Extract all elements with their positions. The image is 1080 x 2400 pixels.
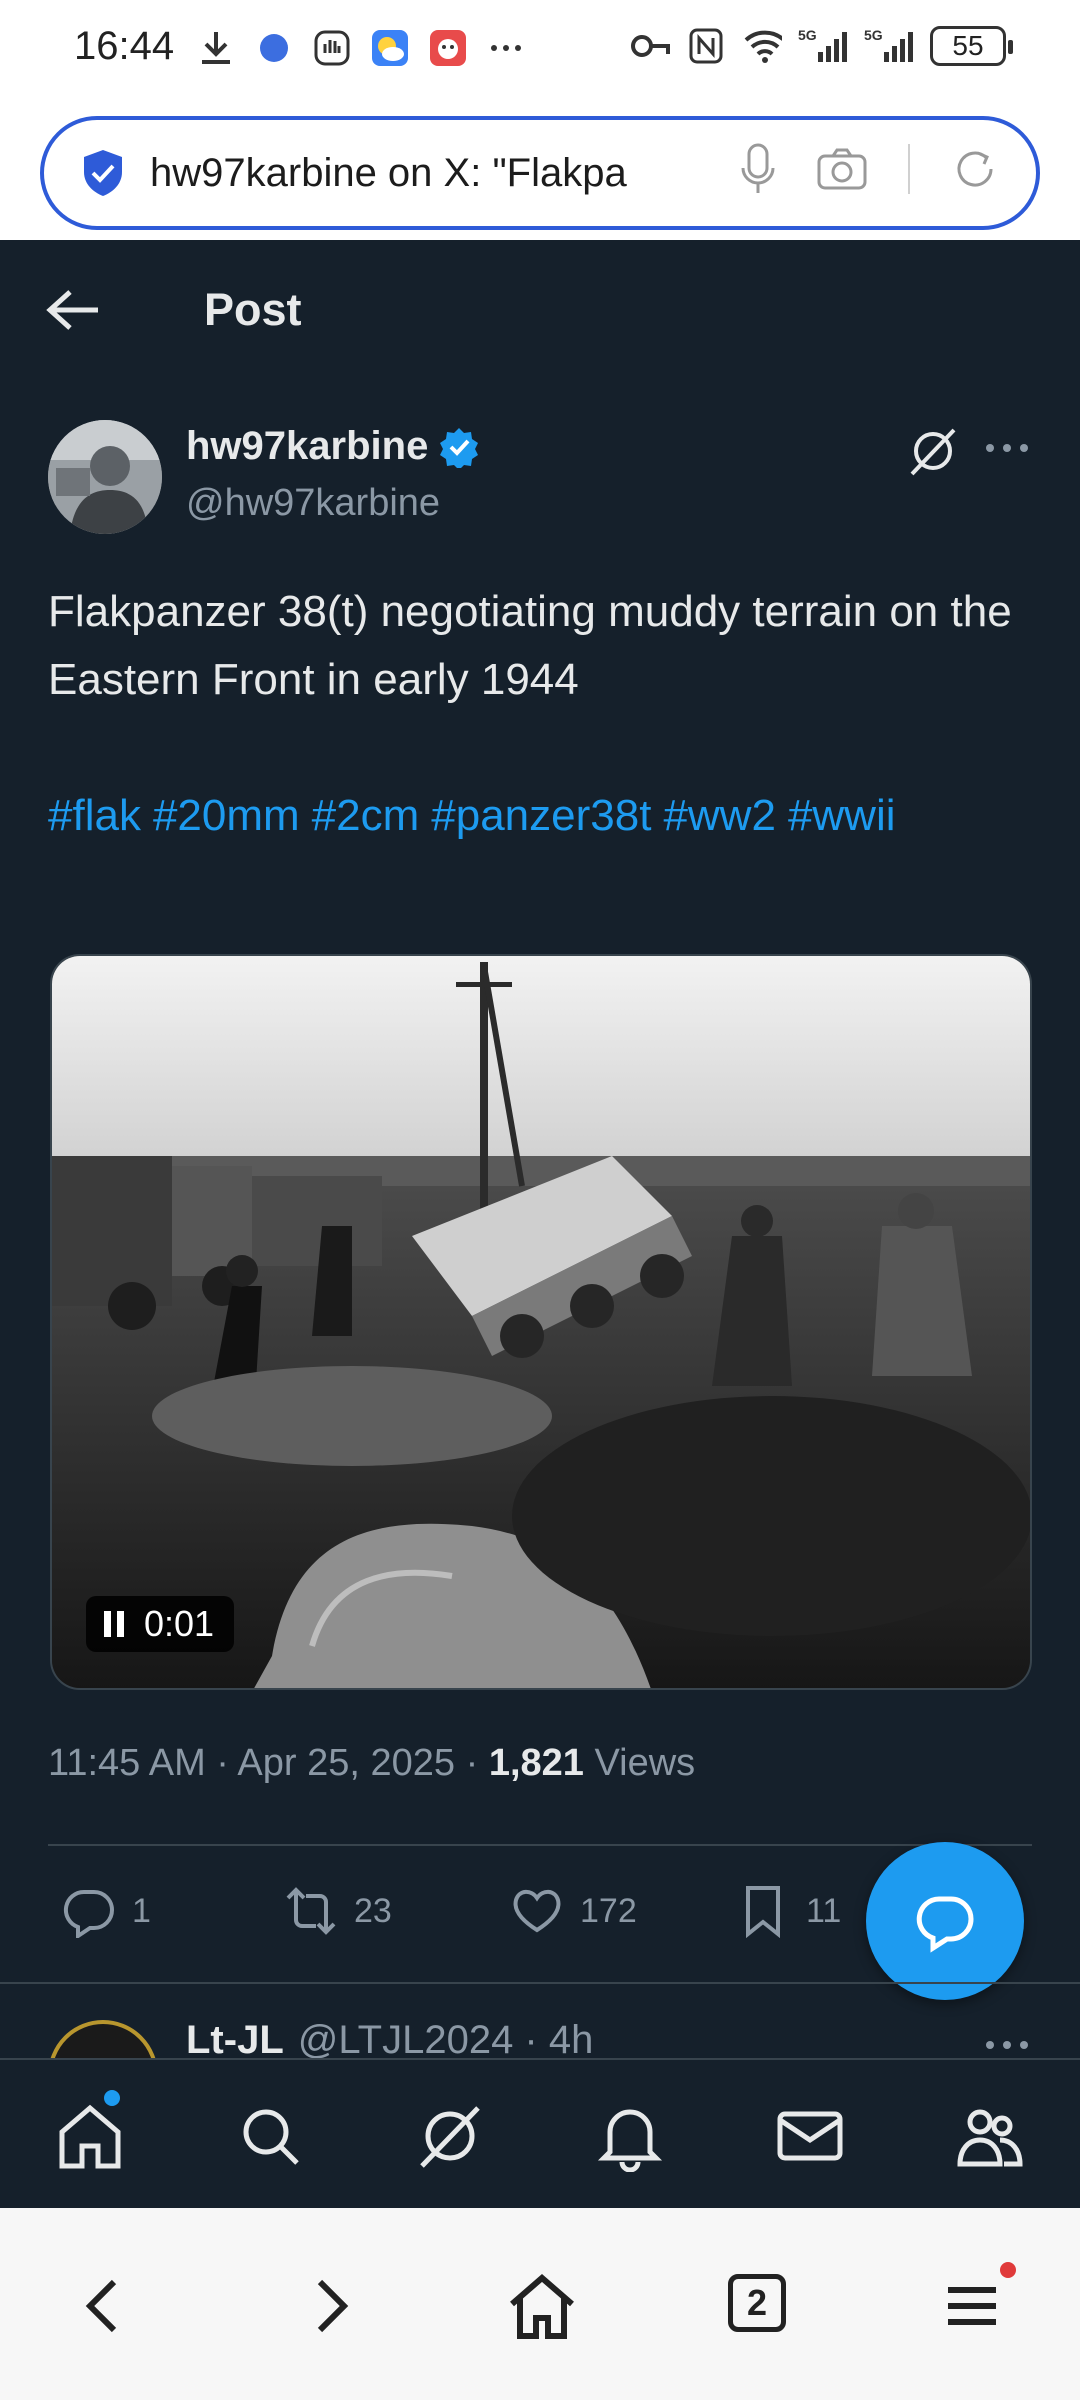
video-timestamp: 0:01	[144, 1603, 215, 1644]
reply-author-name[interactable]: Lt-JL	[186, 2018, 284, 2060]
game-app-icon	[428, 28, 468, 68]
more-notifications-icon	[486, 28, 526, 68]
pause-icon[interactable]	[102, 1609, 126, 1639]
reply-avatar[interactable]	[48, 2020, 158, 2060]
divider	[0, 1982, 1080, 1984]
hashtag-link[interactable]: #panzer38t	[431, 791, 651, 840]
author-handle[interactable]: @hw97karbine	[186, 482, 440, 525]
system-icons: 5G 5G 55	[630, 26, 1013, 66]
reply-icon	[63, 1889, 114, 1938]
tabs-count-button[interactable]: 2	[728, 2274, 786, 2332]
page-title: Post	[204, 284, 302, 335]
verified-badge-icon	[440, 427, 479, 468]
like-count: 172	[580, 1891, 637, 1930]
search-icon[interactable]	[234, 2100, 306, 2172]
menu-notification-dot	[1000, 2262, 1016, 2278]
post-meta: 11:45 AM · Apr 25, 2025 · 1,821 Views	[48, 1742, 695, 1785]
post-date[interactable]: Apr 25, 2025	[237, 1742, 455, 1784]
reply-more-icon[interactable]	[982, 2030, 1032, 2060]
wifi-icon	[742, 26, 782, 66]
hashtag-link[interactable]: #wwii	[788, 791, 896, 840]
post-video[interactable]: 0:01	[50, 954, 1032, 1690]
like-button[interactable]: 172	[510, 1884, 637, 1938]
repost-button[interactable]: 23	[284, 1884, 392, 1938]
video-frame	[52, 956, 1030, 1688]
browser-home-icon[interactable]	[504, 2268, 580, 2344]
reply-preview[interactable]: Lt-JL @LTJL2024 · 4h	[0, 2000, 1080, 2060]
secure-shield-icon	[84, 150, 122, 196]
meta-separator: ·	[216, 1742, 229, 1784]
meta-separator: ·	[465, 1742, 479, 1784]
author-avatar[interactable]	[48, 420, 162, 534]
grok-nav-icon[interactable]	[414, 2100, 486, 2172]
reply-bubble-icon	[916, 1896, 974, 1953]
status-time: 16:44	[74, 24, 175, 68]
reply-handle-time[interactable]: @LTJL2024 · 4h	[298, 2018, 594, 2060]
browser-back-icon[interactable]	[68, 2268, 144, 2344]
reply-header: Lt-JL @LTJL2024 · 4h	[186, 2018, 593, 2060]
browser-address-bar: hw97karbine on X: "Flakpa	[0, 104, 1080, 240]
video-controls[interactable]: 0:01	[86, 1596, 235, 1652]
reply-button[interactable]: 1	[62, 1884, 151, 1938]
post-time[interactable]: 11:45 AM	[48, 1742, 206, 1784]
svg-text:5G: 5G	[864, 27, 883, 43]
status-bar: 16:44 5G 5G 55	[0, 0, 1080, 104]
author-name-row[interactable]: hw97karbine	[186, 424, 480, 469]
repost-icon	[286, 1887, 336, 1935]
messages-envelope-icon[interactable]	[774, 2100, 846, 2172]
reload-icon[interactable]	[950, 144, 1000, 194]
url-separator	[908, 144, 910, 194]
shield-app-icon	[312, 28, 352, 68]
nfc-icon	[686, 26, 726, 66]
more-options-icon[interactable]	[982, 428, 1032, 468]
signal-icon-1: 5G	[798, 26, 848, 66]
notifications-bell-icon[interactable]	[594, 2100, 666, 2172]
key-icon	[630, 26, 670, 66]
heart-icon	[513, 1889, 561, 1933]
url-field[interactable]: hw97karbine on X: "Flakpa	[40, 116, 1040, 230]
post-text: Flakpanzer 38(t) negotiating muddy terra…	[48, 587, 1012, 704]
compose-reply-button[interactable]	[866, 1842, 1024, 2000]
views-count: 1,821	[488, 1742, 584, 1784]
notification-icons	[196, 28, 526, 68]
home-icon[interactable]	[54, 2100, 126, 2172]
home-notification-dot	[104, 2090, 120, 2106]
camera-icon[interactable]	[816, 147, 868, 191]
back-arrow-icon[interactable]	[46, 288, 100, 332]
divider	[48, 1844, 1032, 1846]
hashtag-link[interactable]: #ww2	[663, 791, 776, 840]
download-icon	[196, 28, 236, 68]
hashtag-link[interactable]: #2cm	[312, 791, 420, 840]
signal-icon-2: 5G	[864, 26, 914, 66]
browser-menu-icon[interactable]	[934, 2268, 1010, 2344]
weather-app-icon	[370, 28, 410, 68]
browser-forward-icon[interactable]	[290, 2268, 366, 2344]
communities-icon[interactable]	[954, 2100, 1026, 2172]
battery-indicator: 55	[930, 26, 1013, 66]
svg-text:5G: 5G	[798, 27, 817, 43]
hashtag-link[interactable]: #20mm	[153, 791, 300, 840]
url-text: hw97karbine on X: "Flakpa	[150, 150, 627, 195]
grok-icon[interactable]	[906, 424, 960, 478]
app-bubble-icon	[254, 28, 294, 68]
bookmark-count: 11	[806, 1891, 842, 1930]
x-bottom-nav	[0, 2058, 1080, 2208]
views-label: Views	[594, 1742, 696, 1784]
reply-count: 1	[132, 1891, 151, 1930]
bookmark-icon	[746, 1886, 780, 1938]
browser-bottom-nav: 2	[0, 2208, 1080, 2400]
repost-count: 23	[354, 1891, 392, 1930]
hashtag-link[interactable]: #flak	[48, 791, 141, 840]
bookmark-button[interactable]: 11	[736, 1884, 841, 1938]
page-header: Post	[0, 240, 1080, 380]
hashtag-list: #flak #20mm #2cm #panzer38t #ww2 #wwii	[48, 782, 1038, 850]
microphone-icon[interactable]	[740, 142, 776, 196]
author-name[interactable]: hw97karbine	[186, 424, 428, 469]
